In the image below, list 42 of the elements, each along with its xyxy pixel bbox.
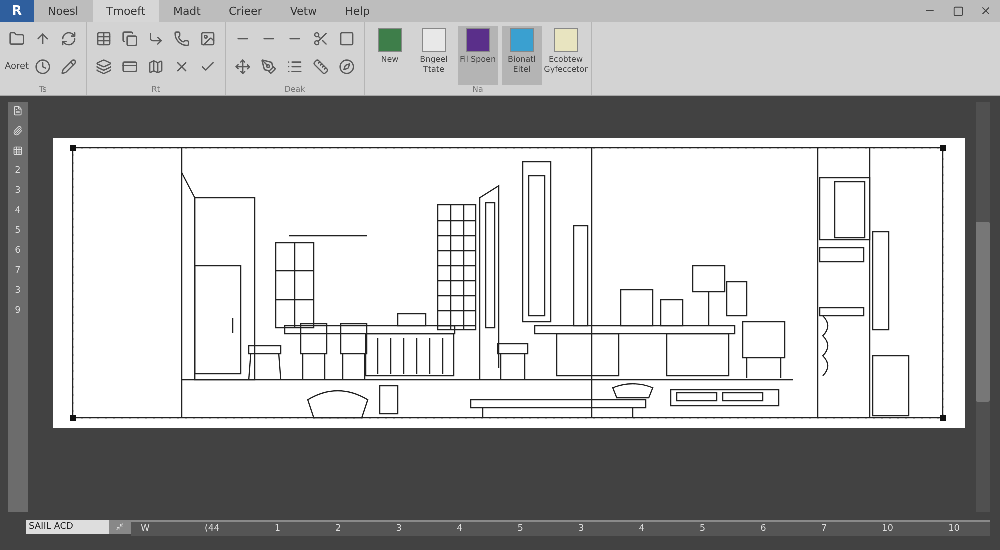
ruler-number: 6: [15, 246, 21, 256]
tool-label[interactable]: Aoret: [5, 54, 29, 80]
ruler-number: (44: [204, 524, 220, 534]
ruler-number: 3: [578, 524, 584, 534]
ribbon-button[interactable]: Fil Spoen: [458, 26, 498, 85]
ruler-number: 10: [882, 524, 894, 534]
ruler-number: 2: [336, 524, 342, 534]
group-label: Ts: [38, 85, 48, 95]
ruler-number: 3: [15, 286, 21, 296]
ruler-number: 3: [396, 524, 402, 534]
ruler-number: 7: [15, 266, 21, 276]
command-field[interactable]: SAIIL ACD: [26, 520, 109, 534]
ruler-number: 2: [15, 166, 21, 176]
scrollbar-thumb[interactable]: [976, 222, 990, 402]
ruler-number: 4: [639, 524, 645, 534]
ribbon-button[interactable]: Bionatl Eitel: [502, 26, 542, 85]
menu-item[interactable]: Madt: [159, 0, 215, 22]
group-label: Na: [472, 85, 484, 95]
ruler-number: 5: [15, 226, 21, 236]
app-logo[interactable]: R: [0, 0, 34, 22]
ruler-number: 5: [700, 524, 706, 534]
ruler-number: 10: [948, 524, 960, 534]
ruler-number: 6: [760, 524, 766, 534]
ruler-number: 7: [821, 524, 828, 534]
menu-item[interactable]: Help: [331, 0, 384, 22]
menu-item[interactable]: Tmoeft: [92, 0, 160, 22]
menu-item[interactable]: Vetw: [276, 0, 332, 22]
ruler-number: 9: [15, 306, 21, 316]
ruler-number: 3: [15, 186, 21, 196]
file-icon[interactable]: [13, 106, 23, 116]
ruler-number: 4: [15, 206, 21, 216]
menu-item[interactable]: Noesl: [34, 0, 93, 22]
ribbon-button[interactable]: New: [370, 26, 410, 85]
ruler-number: 1: [274, 524, 281, 534]
ribbon-button[interactable]: Bngeel Ttate: [414, 26, 454, 85]
ribbon-button[interactable]: Ecobtew Gyfeccetor: [546, 26, 586, 85]
ruler-number: 4: [457, 524, 463, 534]
menu-item[interactable]: Crieer: [214, 0, 276, 22]
ruler-number: W: [141, 524, 150, 534]
group-label: Rt: [150, 85, 162, 95]
ruler-number: 5: [518, 524, 524, 534]
group-label: Deak: [284, 85, 306, 95]
